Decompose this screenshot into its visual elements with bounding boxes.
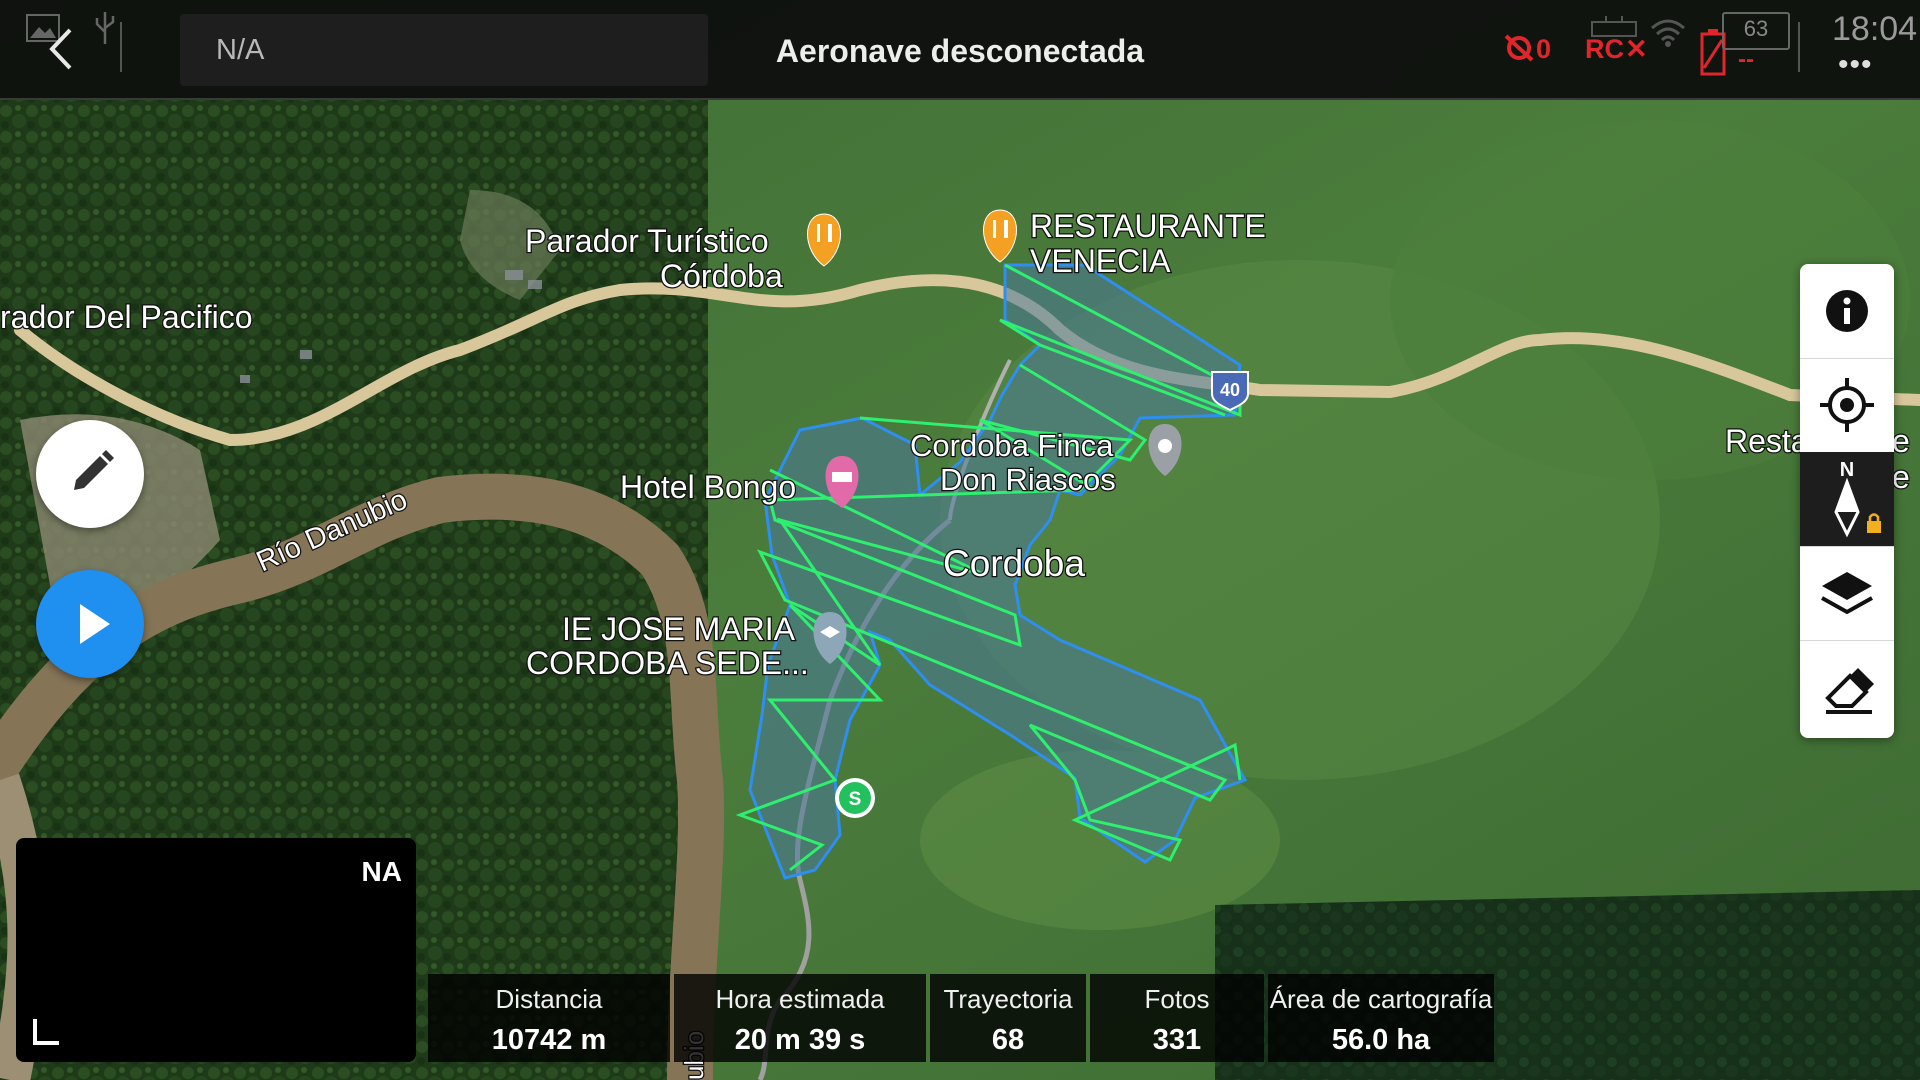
locate-button[interactable]: [1800, 358, 1894, 453]
place-label-finca: Cordoba Finca: [910, 428, 1114, 463]
eraser-button[interactable]: [1800, 640, 1894, 734]
place-label-parador-turistico-2: Córdoba: [660, 258, 783, 294]
stat-value: 20 m 39 s: [734, 1024, 866, 1056]
stat-trajectory: Trayectoria 68: [930, 974, 1086, 1062]
place-label-finca-2: Don Riascos: [940, 462, 1116, 497]
stat-mapping-area: Área de cartografía 56.0 ha: [1268, 974, 1494, 1062]
stat-label: Fotos: [1144, 984, 1210, 1014]
map-toolbox: N: [1800, 264, 1894, 738]
compass-button[interactable]: N: [1800, 452, 1894, 547]
play-icon: [80, 604, 110, 644]
edit-button[interactable]: [36, 420, 144, 528]
place-label-restaurante-2: VENECIA: [1030, 243, 1171, 279]
back-button[interactable]: [36, 20, 86, 78]
place-label-town: Cordoba: [943, 543, 1085, 584]
start-point-marker[interactable]: S: [835, 778, 875, 818]
start-marker-label: S: [849, 789, 862, 810]
mission-name-field[interactable]: N/A: [180, 14, 708, 86]
place-label-resta-right-2: e: [1892, 423, 1910, 459]
stat-distance: Distancia 10742 m: [428, 974, 670, 1062]
locate-icon: [1820, 378, 1874, 432]
eraser-icon: [1825, 668, 1874, 714]
rc-disconnected-status: ✕: [1625, 34, 1648, 64]
camera-preview[interactable]: NA: [16, 838, 416, 1062]
place-label-parador-turistico: Parador Turístico: [525, 223, 769, 259]
info-icon: [1826, 290, 1868, 332]
stat-value: 56.0 ha: [1331, 1024, 1431, 1056]
divider: [1798, 22, 1800, 72]
drone-battery-text: --: [1738, 46, 1754, 73]
place-label-hotel: Hotel Bongo: [620, 469, 796, 505]
stat-label: Área de cartografía: [1269, 984, 1493, 1014]
stat-label: Hora estimada: [715, 984, 885, 1014]
usb-icon: [95, 12, 115, 44]
place-label-school-2: CORDOBA SEDE...: [526, 645, 809, 681]
divider: [120, 22, 122, 72]
top-status-bar: N/A Aeronave desconectada 0 RC ✕ -- 63 1…: [0, 0, 1920, 100]
clock: 18:04: [1832, 10, 1918, 48]
stat-value: 68: [991, 1024, 1025, 1056]
rc-battery-level: 63: [1743, 16, 1769, 41]
stat-label: Trayectoria: [943, 984, 1073, 1014]
place-label-school: IE JOSE MARIA: [562, 611, 796, 647]
more-menu-button[interactable]: •••: [1838, 48, 1873, 82]
place-label-restaurante: RESTAURANTE: [1030, 208, 1266, 244]
layers-button[interactable]: [1800, 546, 1894, 641]
pencil-icon: [74, 450, 114, 490]
connection-status-title: Aeronave desconectada: [775, 33, 1145, 69]
no-signal-drone-icon: [1504, 34, 1534, 62]
rc-controller-icon: [1591, 16, 1637, 37]
stat-value: 331: [1152, 1024, 1202, 1056]
place-label-resta-right: Resta: [1725, 423, 1809, 459]
place-label-parador-pacifico: rador Del Pacifico: [0, 299, 253, 335]
stat-estimated-time: Hora estimada 20 m 39 s: [674, 974, 926, 1062]
road-shield-number: 40: [1220, 380, 1240, 400]
stat-photos: Fotos 331: [1090, 974, 1264, 1062]
no-signal-count: 0: [1536, 34, 1552, 64]
wifi-icon: [1651, 19, 1685, 47]
chevron-left-icon: [49, 28, 72, 70]
rc-label: RC: [1585, 34, 1624, 64]
stat-value: 10742 m: [491, 1024, 607, 1056]
lock-icon: [1867, 513, 1881, 533]
rc-battery-indicator: 63: [1722, 12, 1790, 50]
corner-bracket-icon: [33, 1019, 59, 1045]
place-label-resta-right-3: e: [1892, 459, 1910, 495]
layers-icon: [1821, 572, 1873, 615]
info-button[interactable]: [1800, 264, 1894, 359]
camera-preview-label: NA: [361, 856, 402, 887]
start-mission-button[interactable]: [36, 570, 144, 678]
stat-label: Distancia: [495, 984, 603, 1014]
